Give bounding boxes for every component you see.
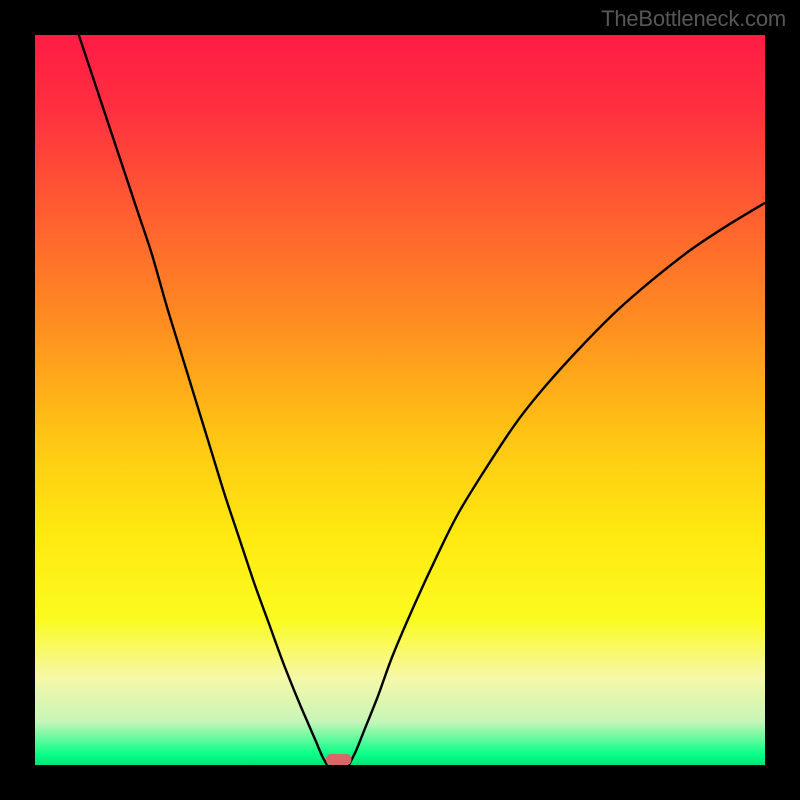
chart-svg <box>35 35 765 765</box>
optimal-marker <box>326 754 352 765</box>
background-gradient <box>35 35 765 765</box>
attribution-label: TheBottleneck.com <box>601 6 786 32</box>
plot-area <box>35 35 765 765</box>
chart-container: TheBottleneck.com <box>0 0 800 800</box>
